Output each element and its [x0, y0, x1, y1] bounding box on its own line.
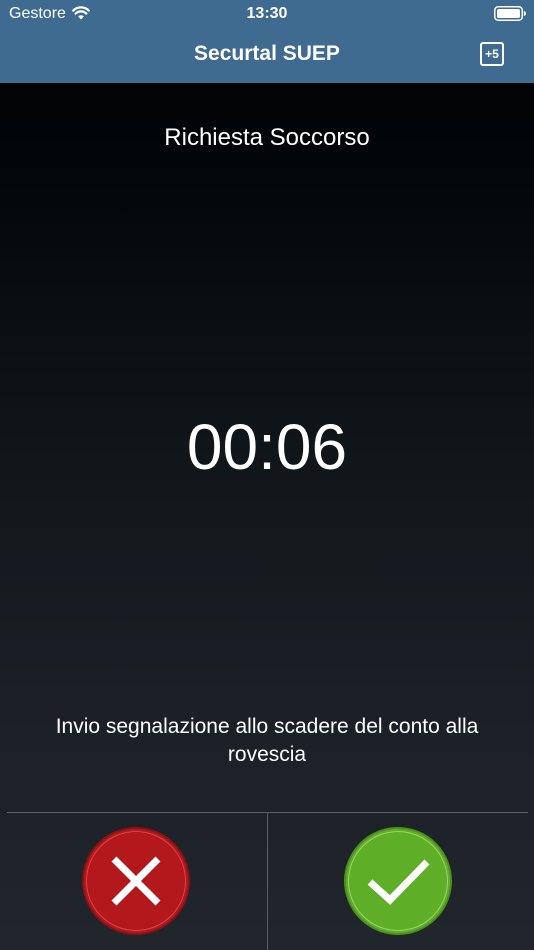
checkmark-icon: [367, 859, 430, 905]
header-bar: Gestore 13:30 Securtal SUEP +5: [0, 0, 534, 83]
confirm-button[interactable]: [344, 827, 452, 935]
extend-time-button[interactable]: +5: [480, 42, 504, 66]
countdown-info-text: Invio segnalazione allo scadere del cont…: [55, 715, 479, 766]
countdown-timer: 00:06: [186, 411, 348, 483]
status-time: 13:30: [246, 5, 288, 22]
cancel-button[interactable]: [82, 827, 190, 935]
page-title: Richiesta Soccorso: [164, 124, 370, 151]
close-icon: [111, 856, 161, 906]
nav-title: Securtal SUEP: [194, 42, 340, 65]
actions-separator: [267, 813, 268, 950]
battery-full-icon: [494, 6, 526, 21]
status-bar: Gestore 13:30: [0, 0, 534, 28]
app-screen: Gestore 13:30 Securtal SUEP +5 Richiesta…: [0, 0, 534, 950]
